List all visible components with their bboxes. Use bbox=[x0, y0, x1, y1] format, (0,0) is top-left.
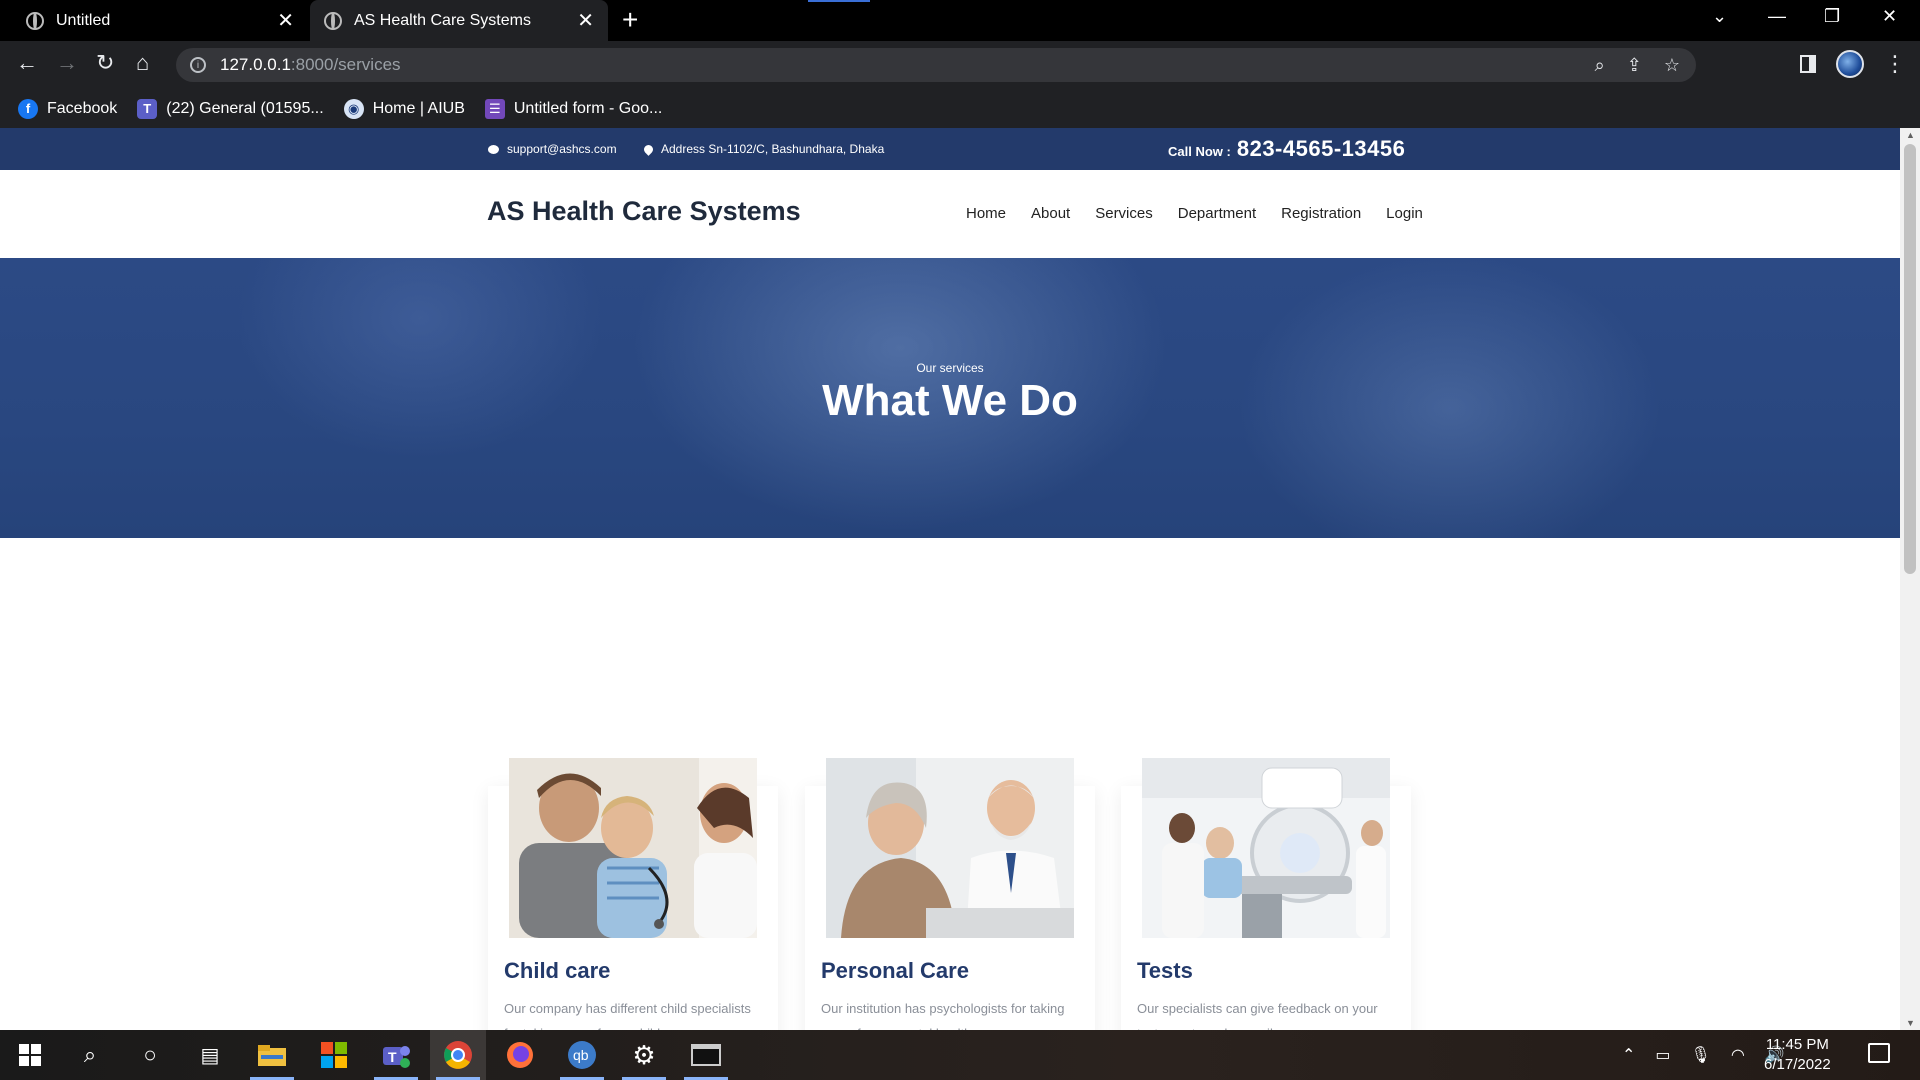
service-title[interactable]: Tests bbox=[1137, 958, 1193, 984]
contact-address: Address Sn-1102/C, Bashundhara, Dhaka bbox=[642, 142, 884, 156]
bookmark-facebook[interactable]: f Facebook bbox=[18, 98, 117, 119]
hero-banner: Our services What We Do bbox=[0, 258, 1900, 538]
wifi-icon[interactable]: ◠ bbox=[1731, 1045, 1745, 1065]
call-now: Call Now : 823-4565-13456 bbox=[1168, 136, 1405, 162]
page-viewport: support@ashcs.com Address Sn-1102/C, Bas… bbox=[0, 128, 1900, 1030]
page-scrollbar[interactable]: ▲ ▼ bbox=[1900, 128, 1920, 1030]
globe-icon bbox=[324, 11, 342, 30]
task-view-icon[interactable]: ▤ bbox=[182, 1030, 238, 1080]
bookmarks-bar: f Facebook T (22) General (01595... ◉ Ho… bbox=[0, 89, 1920, 128]
tests-image bbox=[1142, 758, 1390, 938]
battery-icon[interactable]: ▭ bbox=[1655, 1045, 1670, 1065]
svg-text:T: T bbox=[388, 1049, 397, 1065]
home-icon[interactable]: ⌂ bbox=[136, 50, 149, 76]
aiub-icon: ◉ bbox=[343, 98, 364, 119]
site-header: AS Health Care Systems Home About Servic… bbox=[0, 170, 1900, 258]
close-icon[interactable]: ✕ bbox=[577, 8, 594, 33]
site-brand[interactable]: AS Health Care Systems bbox=[487, 196, 801, 227]
notification-center-icon[interactable] bbox=[1868, 1043, 1890, 1063]
service-title[interactable]: Child care bbox=[504, 958, 610, 984]
chat-icon bbox=[488, 144, 499, 154]
terminal-icon[interactable] bbox=[678, 1030, 734, 1080]
chevron-up-icon[interactable]: ⌃ bbox=[1622, 1045, 1635, 1065]
tab-label: AS Health Care Systems bbox=[354, 11, 531, 29]
side-panel-icon[interactable] bbox=[1800, 55, 1816, 73]
forward-icon[interactable]: → bbox=[56, 50, 78, 76]
service-title[interactable]: Personal Care bbox=[821, 958, 969, 984]
service-card: Tests Our specialists can give feedback … bbox=[1121, 758, 1411, 1030]
url-text[interactable]: 127.0.0.1:8000/services bbox=[220, 55, 401, 75]
start-button[interactable] bbox=[2, 1030, 58, 1080]
firefox-icon[interactable] bbox=[492, 1030, 548, 1080]
nav-registration[interactable]: Registration bbox=[1281, 205, 1361, 222]
close-icon[interactable]: ✕ bbox=[277, 8, 294, 33]
tab-untitled[interactable]: Untitled ✕ bbox=[12, 0, 308, 41]
reload-icon[interactable]: ↻ bbox=[96, 50, 114, 76]
contact-topbar: support@ashcs.com Address Sn-1102/C, Bas… bbox=[0, 128, 1900, 170]
cortana-icon[interactable]: ○ bbox=[122, 1030, 178, 1080]
settings-gear-icon[interactable]: ⚙ bbox=[616, 1030, 672, 1080]
windows-logo-icon bbox=[19, 1044, 41, 1066]
personal-care-image bbox=[826, 758, 1074, 938]
clock-time: 11:45 PM bbox=[1765, 1036, 1829, 1053]
share-icon[interactable]: ⇪ bbox=[1627, 55, 1642, 76]
service-description: Our company has different child speciali… bbox=[504, 1001, 751, 1030]
hero-subtitle: Our services bbox=[916, 361, 984, 375]
call-number[interactable]: 823-4565-13456 bbox=[1237, 136, 1405, 162]
tab-as-health-care[interactable]: AS Health Care Systems ✕ bbox=[310, 0, 608, 41]
location-pin-icon bbox=[642, 142, 655, 156]
call-label: Call Now : bbox=[1168, 144, 1231, 159]
clock-date: 6/17/2022 bbox=[1764, 1056, 1831, 1073]
contact-email[interactable]: support@ashcs.com bbox=[488, 142, 617, 156]
close-window-icon[interactable]: ✕ bbox=[1882, 6, 1897, 27]
scroll-up-icon[interactable]: ▲ bbox=[1906, 130, 1915, 140]
system-tray: ⌃ ▭ 🎙 ◠ 🔊 bbox=[1622, 1030, 1785, 1080]
service-card: Personal Care Our institution has psycho… bbox=[805, 758, 1095, 1030]
tab-search-icon[interactable]: ⌄ bbox=[1712, 6, 1727, 27]
restore-icon[interactable]: ❐ bbox=[1824, 6, 1840, 27]
microphone-icon[interactable]: 🎙 bbox=[1691, 1045, 1711, 1065]
service-description: Our institution has psychologists for ta… bbox=[821, 1001, 1065, 1030]
site-info-icon[interactable]: i bbox=[190, 57, 206, 73]
bookmark-star-icon[interactable]: ☆ bbox=[1664, 55, 1680, 76]
nav-about[interactable]: About bbox=[1031, 205, 1070, 222]
nav-login[interactable]: Login bbox=[1386, 205, 1423, 222]
profile-avatar[interactable] bbox=[1836, 50, 1864, 78]
google-forms-icon: ☰ bbox=[484, 98, 505, 119]
bookmark-google-form[interactable]: ☰ Untitled form - Goo... bbox=[484, 98, 662, 119]
file-explorer-icon[interactable] bbox=[244, 1030, 300, 1080]
bookmark-aiub[interactable]: ◉ Home | AIUB bbox=[343, 98, 465, 119]
teams-taskbar-icon[interactable]: T bbox=[368, 1030, 424, 1080]
bookmark-teams-general[interactable]: T (22) General (01595... bbox=[137, 98, 324, 119]
minimize-icon[interactable]: — bbox=[1768, 6, 1786, 27]
chrome-icon[interactable] bbox=[430, 1030, 486, 1080]
nav-services[interactable]: Services bbox=[1095, 205, 1153, 222]
globe-icon bbox=[26, 11, 44, 30]
scroll-thumb[interactable] bbox=[1904, 144, 1916, 574]
teams-icon: T bbox=[137, 98, 158, 119]
tab-label: Untitled bbox=[56, 11, 111, 29]
main-nav: Home About Services Department Registrat… bbox=[966, 205, 1423, 222]
search-icon[interactable]: ⌕ bbox=[62, 1030, 118, 1080]
qbittorrent-icon[interactable]: qb bbox=[554, 1030, 610, 1080]
nav-home[interactable]: Home bbox=[966, 205, 1006, 222]
nav-department[interactable]: Department bbox=[1178, 205, 1256, 222]
tab-strip-accent bbox=[808, 0, 870, 2]
facebook-icon: f bbox=[18, 98, 38, 119]
browser-tab-strip: Untitled ✕ AS Health Care Systems ✕ + ⌄ … bbox=[0, 0, 1920, 41]
service-description: Our specialists can give feedback on you… bbox=[1137, 1001, 1378, 1030]
new-tab-icon[interactable]: + bbox=[622, 4, 638, 36]
scroll-down-icon[interactable]: ▼ bbox=[1906, 1018, 1915, 1028]
child-care-image bbox=[509, 758, 757, 938]
zoom-icon[interactable]: ⌕ bbox=[1595, 55, 1605, 76]
back-icon[interactable]: ← bbox=[16, 50, 38, 76]
windows-taskbar: ⌕ ○ ▤ T qb ⚙ ⌃ ▭ 🎙 ◠ 🔊 11:45 PM 6/17/202… bbox=[0, 1030, 1920, 1080]
menu-kebab-icon[interactable]: ⋮ bbox=[1884, 51, 1906, 77]
address-bar[interactable]: i 127.0.0.1:8000/services ⌕ ⇪ ☆ bbox=[176, 48, 1696, 82]
store-icon[interactable] bbox=[306, 1030, 362, 1080]
service-card: Child care Our company has different chi… bbox=[488, 758, 778, 1030]
taskbar-clock[interactable]: 11:45 PM 6/17/2022 bbox=[1764, 1035, 1831, 1075]
svg-text:qb: qb bbox=[573, 1047, 589, 1063]
page-title: What We Do bbox=[822, 376, 1078, 425]
